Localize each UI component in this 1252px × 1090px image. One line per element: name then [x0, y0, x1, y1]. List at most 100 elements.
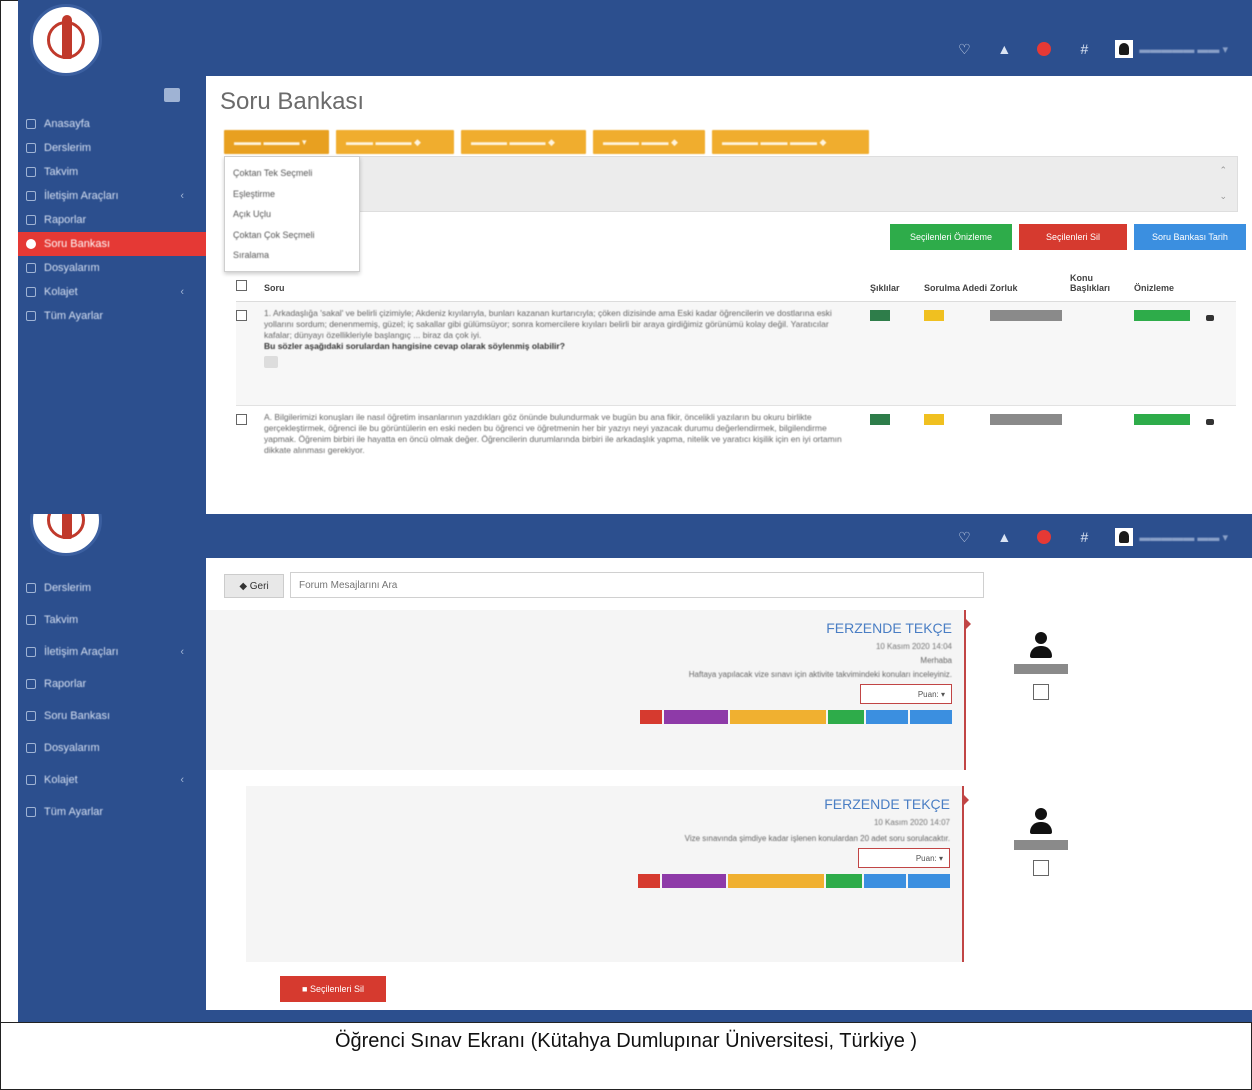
sidebar-item[interactable]: Dosyalarım — [18, 732, 206, 764]
expand-icon[interactable] — [264, 356, 278, 368]
sidebar-item[interactable]: İletişim Araçları ‹ — [18, 184, 206, 208]
attachment-2-button[interactable] — [908, 874, 950, 888]
sidebar-item[interactable]: Raporlar — [18, 668, 206, 700]
options-badge[interactable] — [870, 414, 890, 425]
options-badge[interactable] — [870, 310, 890, 321]
sidebar-toggle-icon[interactable] — [164, 88, 180, 102]
asked-count-badge — [924, 310, 944, 321]
edit-post-button[interactable] — [826, 874, 862, 888]
post-select-checkbox[interactable] — [1033, 684, 1049, 700]
sidebar-item[interactable]: Kolajet ‹ — [18, 764, 206, 796]
row-checkbox[interactable] — [236, 414, 247, 425]
sidebar-item[interactable]: Dosyalarım — [18, 256, 206, 280]
settings-icon[interactable]: # — [1075, 40, 1093, 58]
view-icon[interactable] — [1206, 315, 1214, 321]
row-checkbox[interactable] — [236, 310, 247, 321]
preview-button[interactable] — [1134, 310, 1190, 321]
settings-icon[interactable]: # — [1075, 528, 1093, 546]
score-label: Puan: — [917, 689, 939, 699]
add-to-bank-button[interactable]: Soru Bankası Tarih — [1134, 224, 1246, 250]
sidebar-item-label: Raporlar — [44, 214, 87, 226]
warning-icon[interactable]: ▲ — [995, 528, 1013, 546]
sidebar-item[interactable]: Takvim — [18, 604, 206, 636]
dropdown-item[interactable]: Eşleştirme — [225, 184, 359, 205]
preview-button[interactable] — [1134, 414, 1190, 425]
sidebar-item-label: Soru Bankası — [44, 710, 111, 722]
post-actions — [638, 874, 950, 888]
import-button[interactable]: ▬▬▬▬ ▬▬▬ ▬▬▬ ◆ — [712, 130, 869, 154]
header-difficulty: Zorluk — [990, 283, 1018, 293]
back-button[interactable]: ◆ Geri — [224, 574, 284, 598]
sidebar-item[interactable]: Tüm Ayarlar — [18, 796, 206, 828]
bell-icon[interactable]: ♡ — [955, 40, 973, 58]
sidebar-item-label: Takvim — [44, 166, 79, 178]
chevron-down-icon[interactable]: ⌄ — [1219, 191, 1227, 202]
logo-torch — [62, 15, 72, 59]
sidebar-item-label: Derslerim — [44, 142, 92, 154]
sidebar-item[interactable]: Tüm Ayarlar — [18, 304, 206, 328]
notification-badge-icon[interactable] — [1035, 40, 1053, 58]
score-field[interactable]: Puan: ▾ — [860, 684, 952, 704]
top-navbar: ♡ ▲ # ▬▬▬▬▬ ▬▬ ▾ — [18, 514, 1252, 558]
reply-with-quote-button[interactable] — [730, 710, 826, 724]
sidebar-item[interactable]: Kolajet ‹ — [18, 280, 206, 304]
sidebar-item[interactable]: Derslerim — [18, 136, 206, 160]
sidebar-item[interactable]: Takvim — [18, 160, 206, 184]
reply-button[interactable] — [664, 710, 728, 724]
sidebar-item-label: İletişim Araçları — [44, 190, 119, 202]
new-question-button[interactable]: ▬▬▬ ▬▬▬▬ ▾ — [224, 130, 329, 154]
sidebar-item-label: Anasayfa — [44, 118, 90, 130]
logo-torch — [62, 514, 72, 539]
delete-selected-posts-button[interactable]: ■ Seçilenleri Sil — [280, 976, 386, 1002]
filter-panel[interactable]: ⌃ ⌄ — [224, 156, 1238, 212]
preview-selected-button[interactable]: Seçilenleri Önizleme — [890, 224, 1012, 250]
question-type-dropdown: Çoktan Tek Seçmeli Eşleştirme Açık Uçlu Çok… — [224, 156, 360, 272]
sidebar-item-label: Kolajet — [44, 774, 78, 786]
sidebar-item[interactable]: Derslerim — [18, 572, 206, 604]
dropdown-item[interactable]: Açık Uçlu — [225, 204, 359, 225]
template-button[interactable]: ▬▬▬▬ ▬▬▬▬ ◆ — [461, 130, 586, 154]
post-author[interactable]: FERZENDE TEKÇE — [826, 620, 952, 636]
attachment-button[interactable] — [864, 874, 906, 888]
dropdown-item[interactable]: Çoktan Tek Seçmeli — [225, 163, 359, 184]
view-icon[interactable] — [1206, 419, 1214, 425]
forum-search-input[interactable] — [290, 572, 984, 598]
user-menu[interactable]: ▬▬▬▬▬ ▬▬ ▾ — [1115, 528, 1228, 546]
sidebar-item[interactable]: Soru Bankası — [18, 232, 206, 256]
score-field[interactable]: Puan: ▾ — [858, 848, 950, 868]
sidebar-item[interactable]: Raporlar — [18, 208, 206, 232]
dropdown-item[interactable]: Sıralama — [225, 245, 359, 266]
sidebar-item[interactable]: Anasayfa — [18, 112, 206, 136]
chevron-up-icon[interactable]: ⌃ — [1219, 165, 1227, 176]
attachment-button[interactable] — [866, 710, 908, 724]
edit-post-button[interactable] — [828, 710, 864, 724]
delete-post-button[interactable] — [640, 710, 662, 724]
reply-button[interactable] — [662, 874, 726, 888]
reply-with-quote-button[interactable] — [728, 874, 824, 888]
user-menu[interactable]: ▬▬▬▬▬ ▬▬ ▾ — [1115, 40, 1228, 58]
menu-item-icon — [26, 119, 36, 129]
sidebar-item[interactable]: Soru Bankası — [18, 700, 206, 732]
select-all-checkbox[interactable] — [236, 280, 247, 291]
university-logo[interactable] — [30, 514, 102, 556]
menu-item-icon — [26, 191, 36, 201]
post-select-checkbox[interactable] — [1033, 860, 1049, 876]
warning-icon[interactable]: ▲ — [995, 40, 1013, 58]
delete-post-button[interactable] — [638, 874, 660, 888]
university-logo[interactable] — [30, 4, 102, 76]
dropdown-item[interactable]: Çoktan Çok Seçmeli — [225, 225, 359, 246]
menu-item-icon — [26, 807, 36, 817]
screenshot-forum: ♡ ▲ # ▬▬▬▬▬ ▬▬ ▾ Derslerim Takvim İletişim… — [18, 514, 1252, 1022]
menu-item-icon — [26, 583, 36, 593]
sidebar-item[interactable]: İletişim Araçları ‹ — [18, 636, 206, 668]
notification-badge-icon[interactable] — [1035, 528, 1053, 546]
post-author-card — [1014, 808, 1068, 876]
bulk-question-button[interactable]: ▬▬▬ ▬▬▬▬ ◆ — [336, 130, 454, 154]
post-body: Vize sınavında şimdiye kadar işlenen kon… — [684, 834, 950, 843]
post-author[interactable]: FERZENDE TEKÇE — [824, 796, 950, 812]
attachment-2-button[interactable] — [910, 710, 952, 724]
score-label: Puan: — [915, 853, 937, 863]
export-button[interactable]: ▬▬▬▬ ▬▬▬ ◆ — [593, 130, 705, 154]
bell-icon[interactable]: ♡ — [955, 528, 973, 546]
delete-selected-button[interactable]: Seçilenleri Sil — [1019, 224, 1127, 250]
